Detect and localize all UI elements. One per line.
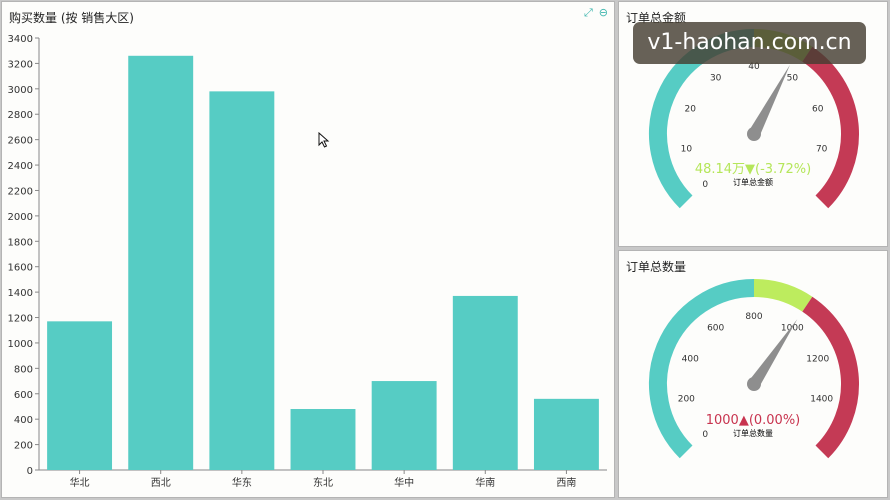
y-tick-label: 3200 — [8, 59, 33, 70]
y-tick-label: 1800 — [8, 237, 33, 248]
bar — [128, 55, 194, 470]
y-tick-label: 0 — [27, 466, 33, 477]
y-tick-label: 2200 — [8, 186, 33, 197]
gauge-tick-label: 800 — [745, 312, 762, 322]
gauge-tick-label: 1200 — [806, 355, 829, 365]
bar — [452, 295, 518, 470]
x-tick-label: 华中 — [394, 476, 414, 489]
y-tick-label: 2800 — [8, 110, 33, 121]
y-tick-label: 3000 — [8, 85, 33, 96]
x-tick-label: 西南 — [556, 476, 576, 489]
x-tick-label: 华北 — [70, 476, 90, 489]
x-tick-label: 东北 — [313, 476, 333, 489]
gauge-amount-label: 订单总金额 — [733, 177, 773, 187]
gauge-count-panel: 订单总数量 0 200 400 600 800 1000 1200 1400 1000▲(0.… — [618, 250, 888, 498]
gauge-band — [802, 296, 859, 459]
y-tick-label: 200 — [14, 441, 33, 452]
gauge-tick-label: 200 — [678, 394, 695, 404]
gauge-count-value: 1000▲(0.00%) — [706, 413, 801, 428]
gauge-needle-hub — [747, 377, 761, 391]
y-tick-label: 2400 — [8, 161, 33, 172]
y-tick-label: 2600 — [8, 136, 33, 147]
gauge-tick-label: 0 — [702, 430, 708, 440]
y-tick-label: 1200 — [8, 314, 33, 325]
y-tick-label: 1400 — [8, 288, 33, 299]
gauge-tick-label: 600 — [707, 324, 724, 334]
gauge-tick-label: 400 — [682, 355, 699, 365]
watermark-banner: v1-haohan.com.cn — [633, 22, 866, 64]
x-tick-label: 华东 — [232, 476, 252, 489]
bar — [371, 381, 437, 470]
mouse-cursor-icon — [318, 132, 330, 148]
gauge-tick-label: 1000 — [781, 324, 804, 334]
gauge-band — [802, 46, 859, 209]
x-tick-label: 西北 — [151, 477, 171, 489]
y-tick-label: 400 — [14, 415, 33, 426]
gauge-count-label: 订单总数量 — [733, 428, 773, 438]
gauge-tick-label: 0 — [702, 180, 708, 190]
gauge-tick-label: 30 — [710, 74, 722, 84]
gauge-band — [753, 279, 813, 312]
gauge-tick-label: 10 — [681, 144, 693, 154]
gauge-needle-hub — [747, 127, 761, 141]
gauge-needle — [748, 64, 790, 137]
gauge-needle — [749, 319, 798, 388]
gauge-tick-label: 1400 — [810, 394, 833, 404]
bar — [47, 321, 113, 470]
gauge-count-chart: 0 200 400 600 800 1000 1200 1400 1000▲(0.00%) 订… — [649, 279, 859, 459]
bar-chart-panel: 购买数量 (按 销售大区) ⤢ ⊖ 0 200 400 600 800 1000 1200 14… — [1, 1, 615, 498]
gauge-tick-label: 70 — [816, 144, 828, 154]
y-tick-label: 2000 — [8, 212, 33, 223]
x-tick-label: 华南 — [475, 476, 495, 489]
bar — [209, 91, 275, 470]
gauge-amount-value: 48.14万▼(-3.72%) — [695, 162, 811, 177]
y-tick-label: 800 — [14, 364, 33, 375]
bar — [290, 409, 356, 470]
y-tick-label: 3400 — [8, 34, 33, 45]
gauge-tick-label: 20 — [685, 105, 697, 115]
y-tick-label: 1000 — [8, 339, 33, 350]
bar — [533, 398, 599, 470]
y-tick-label: 600 — [14, 390, 33, 401]
gauge-tick-label: 50 — [787, 74, 799, 84]
gauge-tick-label: 60 — [812, 105, 824, 115]
bar-chart: 0 200 400 600 800 1000 1200 1400 1600 1800 2000 220… — [8, 34, 607, 489]
y-tick-label: 1600 — [8, 263, 33, 274]
